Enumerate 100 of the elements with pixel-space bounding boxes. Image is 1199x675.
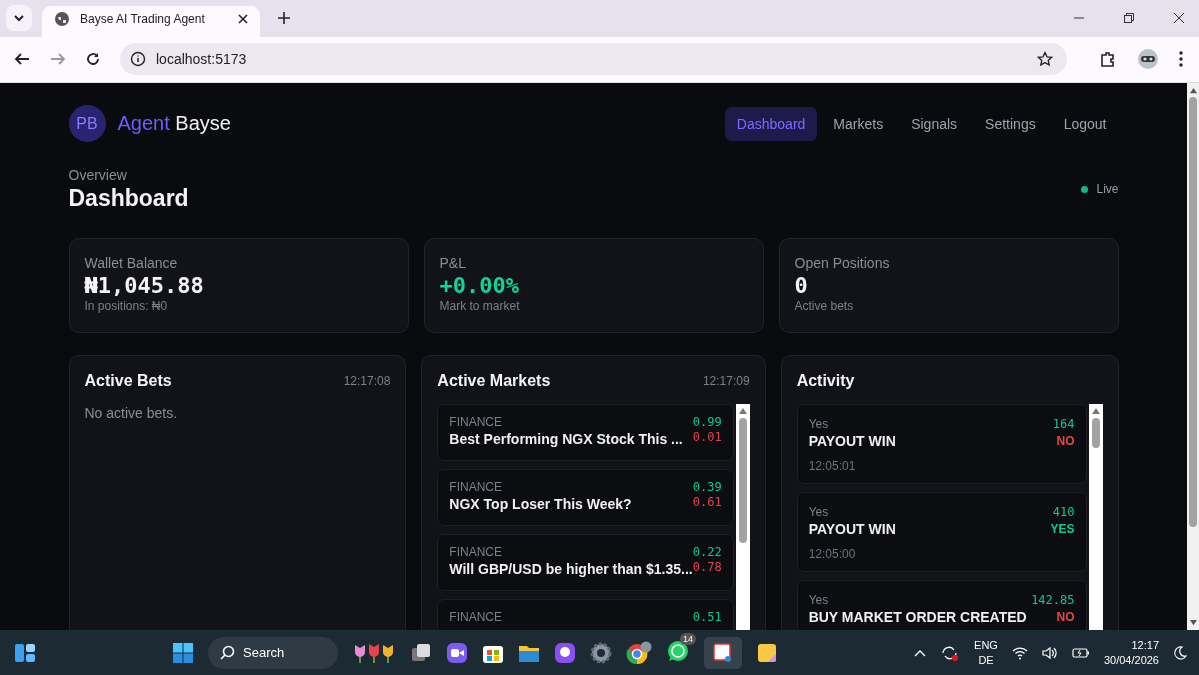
activity-event: PAYOUT WIN (808, 432, 896, 449)
nav-link[interactable]: Signals (899, 106, 970, 141)
task-view-icon[interactable] (410, 641, 433, 664)
stat-label: P&L (439, 254, 467, 271)
stat-value: +0.00% (439, 272, 520, 298)
activity-side: NO (1056, 433, 1075, 448)
notification-badge: 14 (680, 632, 697, 645)
activity-amount: 164 (1052, 416, 1075, 431)
stat-value: 0 (794, 272, 809, 298)
activity-amount: 142.85 (1031, 592, 1075, 607)
scroll-thumb[interactable] (1091, 417, 1100, 448)
market-card[interactable]: FINANCE Best Performing NGX Stock This ... 0.99 0.01 (437, 403, 734, 461)
market-title: Best Performing NGX Stock This ... (449, 430, 683, 447)
scrollbar[interactable] (735, 403, 750, 631)
stat-note: Mark to market (439, 298, 521, 313)
market-title: Will GBP/USD be higher than $1.35... (449, 560, 693, 577)
activity-outcome: Yes (808, 504, 829, 519)
extensions-icon[interactable] (1099, 50, 1117, 69)
tab-menu-button[interactable] (6, 5, 32, 32)
scroll-up-icon[interactable] (737, 406, 748, 415)
browser-icon[interactable] (626, 640, 653, 665)
activity-amount: 410 (1052, 504, 1075, 519)
forward-icon[interactable] (50, 52, 66, 67)
no-price: 0.01 (692, 429, 722, 444)
globe-icon (54, 11, 70, 28)
star-icon[interactable] (1037, 51, 1053, 68)
search-icon (220, 645, 236, 661)
panel-title: Activity (796, 371, 855, 390)
chat-app-icon[interactable] (554, 641, 577, 664)
scroll-up-icon[interactable] (1188, 86, 1198, 94)
brand-name: Agent Bayse (117, 112, 231, 136)
profile-avatar-icon[interactable] (1137, 48, 1159, 71)
market-category: FINANCE (449, 544, 504, 559)
battery-icon[interactable] (1071, 646, 1090, 659)
page-title: Dashboard (68, 184, 189, 212)
new-tab-icon[interactable] (278, 12, 290, 25)
activity-outcome: Yes (808, 592, 829, 607)
nav-link[interactable]: Dashboard (724, 106, 818, 141)
browser-tab[interactable]: Bayse AI Trading Agent (42, 5, 260, 37)
widgets-icon[interactable] (14, 642, 36, 663)
menu-icon[interactable] (1179, 51, 1183, 68)
no-price: 0.78 (692, 559, 722, 574)
scrollbar[interactable] (1088, 403, 1103, 631)
activity-event: PAYOUT WIN (808, 520, 896, 537)
scroll-down-icon[interactable] (1188, 619, 1198, 627)
market-title: NGX Top Loser This Week? (449, 495, 632, 512)
keyboard-layout-label[interactable]: DE (978, 652, 994, 668)
gear-icon[interactable] (590, 641, 613, 664)
back-icon[interactable] (14, 52, 30, 67)
taskbar-search[interactable]: Search (208, 636, 339, 669)
market-card[interactable]: FINANCE NGX Top Loser This Week? 0.39 0.61 (437, 468, 734, 526)
live-status: Live (1096, 182, 1119, 197)
market-card[interactable]: FINANCE Will GBP/USD be higher than $1.35... 0.22 0.78 (437, 533, 734, 591)
activity-event: BUY MARKET ORDER CREATED (808, 608, 1027, 625)
empty-message: No active bets. (84, 404, 178, 421)
yes-price: 0.39 (692, 479, 722, 494)
language-label[interactable]: ENG (974, 637, 998, 653)
scroll-thumb[interactable] (1189, 96, 1197, 527)
clock-date[interactable]: 30/04/2026 (1103, 652, 1159, 668)
nav-link[interactable]: Settings (973, 106, 1048, 141)
chevron-up-icon[interactable] (914, 648, 927, 657)
reload-icon[interactable] (86, 52, 100, 67)
close-icon[interactable] (238, 14, 248, 25)
activity-time: 12:05:00 (808, 546, 857, 561)
scroll-thumb[interactable] (738, 417, 747, 543)
moon-icon[interactable] (1173, 645, 1187, 660)
yes-price: 0.99 (692, 414, 722, 429)
page-eyebrow: Overview (68, 166, 128, 183)
market-card[interactable]: FINANCE 0.51 (437, 598, 734, 631)
taskbar-app-button[interactable] (704, 636, 743, 669)
video-call-icon[interactable] (446, 641, 469, 664)
market-category: FINANCE (449, 479, 504, 494)
panel-title: Active Bets (84, 371, 172, 390)
tab-title: Bayse AI Trading Agent (80, 12, 206, 27)
wifi-icon[interactable] (1011, 645, 1028, 660)
stat-label: Open Positions (794, 254, 891, 271)
stat-label: Wallet Balance (84, 254, 179, 271)
live-dot (1081, 185, 1089, 193)
close-icon[interactable] (1173, 12, 1185, 25)
scroll-up-icon[interactable] (1090, 406, 1101, 415)
address-field[interactable]: localhost:5173 (120, 43, 1067, 76)
panel-time: 12:17:09 (702, 373, 750, 388)
clock-time[interactable]: 12:17 (1131, 637, 1159, 653)
page-scrollbar[interactable] (1187, 82, 1199, 631)
brand-avatar: PB (68, 105, 106, 143)
restore-icon[interactable] (1123, 12, 1135, 25)
nav-link[interactable]: Markets (821, 106, 896, 141)
info-icon (130, 51, 146, 68)
market-category: FINANCE (449, 414, 504, 429)
stat-note: In positions: ₦0 (84, 298, 169, 313)
nav-link[interactable]: Logout (1051, 106, 1119, 141)
start-icon[interactable] (172, 641, 195, 664)
no-price: 0.61 (692, 494, 722, 509)
panel-title: Active Markets (437, 371, 551, 390)
activity-time: 12:05:01 (808, 458, 857, 473)
activity-side: YES (1050, 521, 1075, 536)
speaker-icon[interactable] (1041, 645, 1058, 660)
market-category: FINANCE (449, 609, 503, 624)
sticky-note-icon[interactable] (756, 641, 779, 664)
messaging-icon[interactable] (666, 638, 691, 663)
